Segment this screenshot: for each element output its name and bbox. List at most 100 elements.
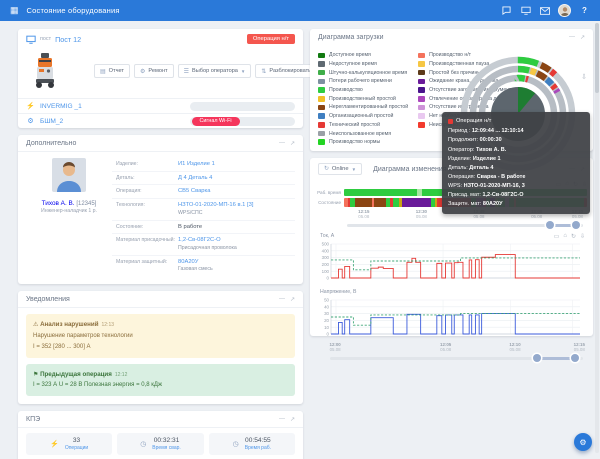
expand-icon[interactable]: ↗: [290, 416, 295, 423]
download-icon[interactable]: ⇩: [580, 233, 585, 240]
kpi-tile: ◷00:32:31Время свар.: [117, 433, 203, 455]
axis-tick: 12:0005.08: [330, 342, 341, 353]
notifications-card: Уведомления —↗ ⚠ Анализ нарушений12:13На…: [18, 291, 303, 404]
legend-label: Потери рабочего времени: [329, 78, 392, 84]
legend-swatch: [418, 87, 425, 93]
report-button[interactable]: ▤Отчет: [94, 64, 130, 78]
expand-icon[interactable]: ↗: [580, 34, 585, 41]
help-icon[interactable]: ?: [579, 5, 590, 16]
detail-value[interactable]: СВ5 Сварка: [178, 187, 295, 196]
detail-value[interactable]: 80А20УГазовая смесь: [178, 258, 295, 274]
legend-swatch: [318, 113, 325, 119]
download-icon[interactable]: ⇩: [581, 73, 587, 81]
power-icon: ⚡: [26, 102, 35, 110]
legend-label: Производство нормы: [329, 139, 380, 145]
kpi-value: 00:32:31: [152, 437, 180, 444]
mail-icon[interactable]: [539, 5, 550, 16]
detail-subvalue: Газовая смесь: [178, 266, 295, 274]
svg-text:50: 50: [324, 298, 329, 303]
operator-photo: [52, 158, 86, 192]
detail-row: Состояние:В работе: [112, 221, 295, 235]
donut-tooltip: Операция н/т Период : 12:09:44 ... 12:10…: [442, 112, 590, 214]
current-chart[interactable]: 0100200300400500: [316, 240, 584, 286]
panel-title: Дополнительно: [26, 140, 76, 147]
clock-icon: ◷: [233, 440, 239, 448]
legend-label: Недоступное время: [329, 61, 377, 67]
collapse-icon[interactable]: —: [569, 34, 575, 41]
equipment-link[interactable]: БШМ_2: [40, 118, 185, 125]
tooltip-marker: [448, 119, 453, 124]
svg-text:500: 500: [322, 242, 330, 247]
slider-handle-left[interactable]: [546, 221, 554, 229]
tooltip-title: Операция н/т: [456, 117, 491, 126]
collapse-icon[interactable]: —: [279, 296, 285, 303]
alert-title: Предыдущая операция: [40, 371, 112, 378]
equipment-image: [32, 52, 58, 90]
axis-tick: 12:0505.08: [440, 342, 451, 353]
legend-swatch: [318, 61, 325, 67]
kpi-label: Время свар.: [152, 445, 180, 451]
online-mode-button[interactable]: ↻ Online ▼: [318, 163, 362, 175]
operator-name-link[interactable]: Тихов А. В.: [42, 200, 75, 207]
page-scrollbar[interactable]: [595, 23, 599, 453]
settings-fab[interactable]: ⚙: [574, 433, 592, 451]
legend-item: Производственный простой: [318, 94, 408, 103]
panel-title: Уведомления: [26, 296, 70, 303]
detail-value[interactable]: 1,2-Св-08Г2С-ОПрисадочная проволока: [178, 236, 295, 252]
tooltip-row: Деталь: Деталь 4: [448, 164, 584, 173]
signal-track: Сигнал Wi-Fi: [190, 117, 295, 126]
alert-line: I = 323 А U = 28 В Полезная энергия = 0,…: [33, 380, 288, 391]
axis-tick: 12:1005.08: [509, 342, 520, 353]
collapse-icon[interactable]: —: [279, 416, 285, 423]
monitor-icon[interactable]: [520, 5, 531, 16]
legend-item: Организационный простой: [318, 112, 408, 121]
equipment-link[interactable]: INVERMIG _1: [40, 103, 185, 110]
legend-label: Производство: [329, 87, 363, 93]
alert-success: ⚑ Предыдущая операция12:12I = 323 А U = …: [26, 364, 295, 397]
home-icon[interactable]: ⌂: [563, 233, 567, 240]
legend-swatch: [318, 87, 325, 93]
legend-label: Нерегламентированный простой: [329, 104, 408, 110]
timeline-row-label: Состояние: [316, 200, 344, 205]
report-button-icon: ▤: [100, 68, 106, 75]
machine-icon: ⚙: [26, 117, 35, 125]
expand-icon[interactable]: ↗: [290, 140, 295, 147]
legend-label: Штучно-калькуляционное время: [329, 70, 407, 76]
detail-row: Технология:НЗТО-01-2020-МП-16 в.1 [3]WPS…: [112, 199, 295, 220]
detail-value[interactable]: Д 4 Деталь 4: [178, 174, 295, 183]
equipment-row: ⚡ INVERMIG _1: [18, 98, 303, 113]
unlock-button-icon: ⇅: [261, 68, 266, 75]
repair-button[interactable]: ⚙Ремонт: [134, 64, 174, 78]
slider-handle-right[interactable]: [572, 221, 580, 229]
slider-handle-left[interactable]: [533, 354, 541, 362]
alert-icon: ⚠: [33, 322, 38, 328]
expand-icon[interactable]: ↗: [290, 296, 295, 303]
legend-label: Организационный простой: [329, 113, 393, 119]
detail-value[interactable]: НЗТО-01-2020-МП-16 в.1 [3]WPS/СПС: [178, 201, 295, 217]
kpi-value: 00:54:55: [245, 437, 271, 444]
top-app-bar: ▦ Состояние оборудования ?: [0, 0, 600, 21]
post-name-link[interactable]: Пост 12: [55, 35, 81, 44]
slider-selection[interactable]: [537, 357, 575, 360]
legend-swatch: [418, 105, 425, 111]
refresh-icon: ↻: [324, 166, 329, 172]
slider-handle-right[interactable]: [571, 354, 579, 362]
chat-icon[interactable]: [501, 5, 512, 16]
tooltip-row: Защитн. мат: 80А20У: [448, 200, 584, 209]
voltage-chart[interactable]: 01020304050: [316, 296, 584, 342]
zoom-box-icon[interactable]: ▭: [554, 233, 560, 240]
alert-time: 12:12: [115, 372, 128, 378]
collapse-icon[interactable]: —: [279, 140, 285, 147]
signal-track: [190, 102, 295, 111]
apps-grid-icon[interactable]: ▦: [10, 6, 19, 15]
operator-select-button[interactable]: ☰Выбор оператора ▼: [178, 64, 252, 78]
reset-icon[interactable]: ↻: [571, 233, 576, 240]
panel-title: Диаграмма загрузки: [318, 34, 384, 41]
wifi-signal-badge: Сигнал Wi-Fi: [192, 117, 240, 126]
detail-value[interactable]: И1 Изделие 1: [178, 160, 295, 169]
legend-item: Производство нормы: [318, 138, 408, 147]
user-avatar[interactable]: [558, 4, 571, 17]
svg-text:30: 30: [324, 311, 329, 316]
legend-label: Производственный простой: [329, 96, 396, 102]
legend-item: Технический простой: [318, 121, 408, 130]
